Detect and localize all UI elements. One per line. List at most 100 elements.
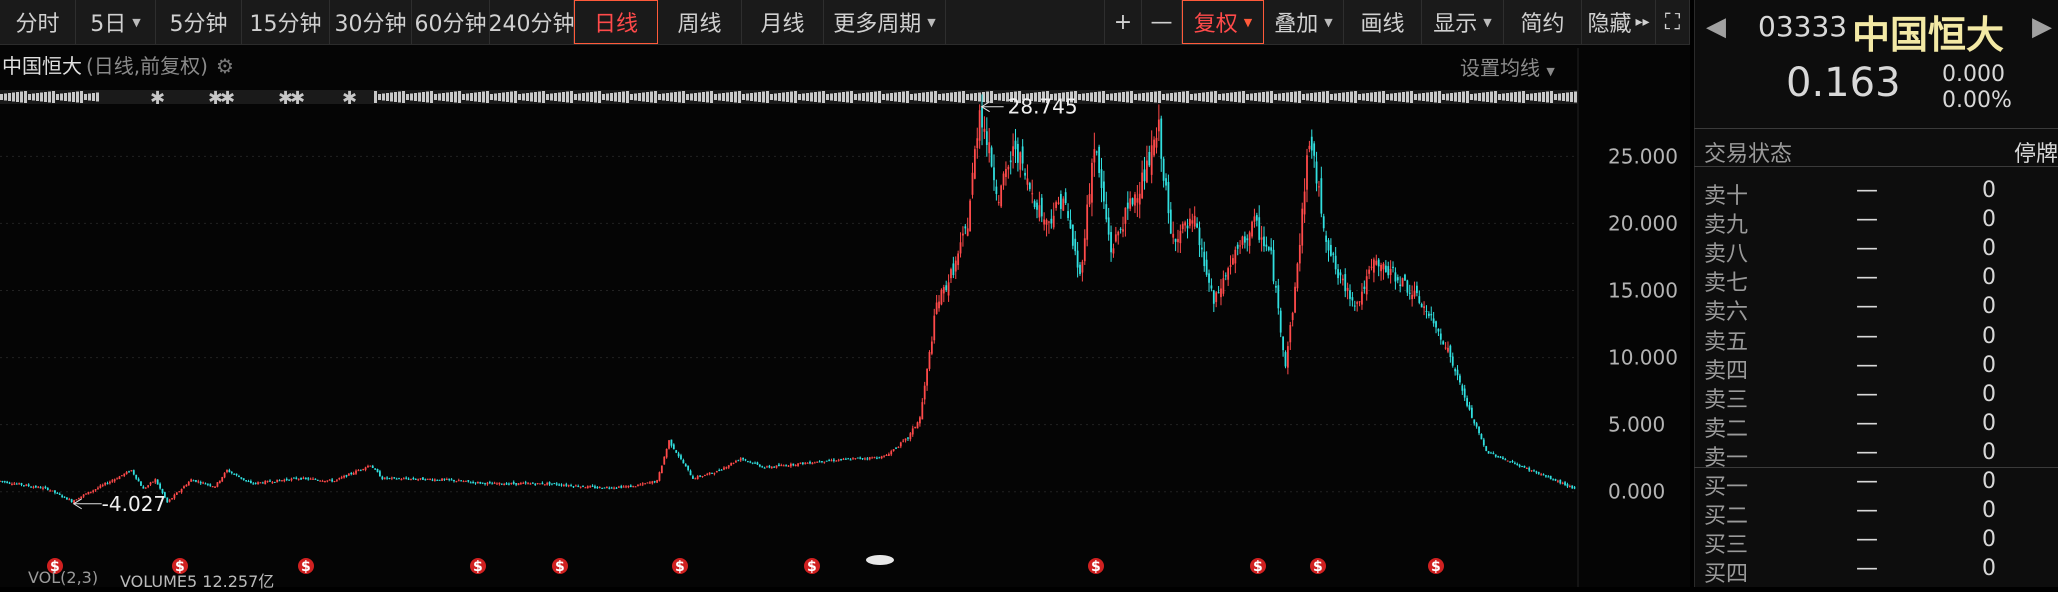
event-marker xyxy=(822,91,825,103)
draw-line-button[interactable]: 画线 xyxy=(1344,0,1422,44)
event-marker xyxy=(1214,91,1217,103)
period-more-dropdown[interactable]: 更多周期 ▼ xyxy=(824,0,946,44)
candle-body xyxy=(1067,211,1069,218)
period-tab-5day[interactable]: 5日 ▼ xyxy=(76,0,156,44)
prev-stock-icon[interactable]: ◀ xyxy=(1706,12,1726,42)
candle-body xyxy=(723,467,725,470)
set-ma-button[interactable]: 设置均线 ▼ xyxy=(1460,52,1555,81)
candle-body xyxy=(634,486,637,488)
event-marker xyxy=(1098,91,1101,103)
orderbook-price: — xyxy=(1856,265,1878,291)
zoom-out-button[interactable]: — xyxy=(1142,0,1182,44)
event-marker xyxy=(714,94,717,100)
candle-body xyxy=(971,172,974,195)
candle-body xyxy=(1449,345,1452,357)
candle-body xyxy=(1136,198,1139,203)
candle-body xyxy=(312,478,314,480)
candle-body xyxy=(973,149,976,179)
candle-body xyxy=(1554,479,1557,481)
adjust-dropdown[interactable]: 复权 ▼ xyxy=(1182,0,1264,44)
event-marker xyxy=(76,91,79,103)
event-marker xyxy=(598,91,601,103)
candle-body xyxy=(928,352,931,369)
event-marker xyxy=(8,93,11,101)
candle-body xyxy=(197,481,200,483)
candle-body xyxy=(1258,217,1261,240)
bid-ask-divider xyxy=(1694,467,2058,468)
display-dropdown[interactable]: 显示 ▼ xyxy=(1422,0,1504,44)
orderbook-label: 卖五 xyxy=(1704,329,1749,355)
event-marker xyxy=(838,92,841,102)
period-tab-intraday[interactable]: 分时 xyxy=(0,0,76,44)
candle-body xyxy=(130,470,133,472)
candle-body xyxy=(519,483,522,485)
candle-body xyxy=(761,466,764,468)
event-marker xyxy=(494,93,497,101)
candle-body xyxy=(1055,202,1058,208)
event-marker xyxy=(1138,93,1141,101)
candle-body xyxy=(644,483,647,485)
overlay-dropdown[interactable]: 叠加 ▼ xyxy=(1264,0,1344,44)
event-marker xyxy=(1322,91,1325,103)
candle-body xyxy=(1406,280,1409,293)
event-marker xyxy=(798,94,801,100)
candle-body xyxy=(1193,215,1196,227)
event-marker xyxy=(1294,91,1297,103)
candle-body xyxy=(766,466,768,468)
candle-body xyxy=(190,479,193,482)
candle-body xyxy=(424,479,427,481)
candle-body xyxy=(1497,456,1500,458)
kline-chart-panel[interactable]: 分时 5日 ▼ 5分钟 15分钟 30分钟 60分钟 240分钟 日线 周线 月线… xyxy=(0,0,1690,591)
event-marker xyxy=(394,92,397,102)
candle-body xyxy=(957,253,960,266)
period-tab-monthly[interactable]: 月线 xyxy=(742,0,824,44)
event-marker xyxy=(642,92,645,102)
orderbook-row: 买一 — 0 xyxy=(1704,469,2034,500)
candle-body xyxy=(6,481,9,484)
candle-body xyxy=(195,480,197,482)
period-tab-5min[interactable]: 5分钟 xyxy=(156,0,242,44)
candle-body xyxy=(1000,185,1003,207)
candle-body xyxy=(751,462,754,464)
period-tab-30min[interactable]: 30分钟 xyxy=(330,0,412,44)
candle-body xyxy=(1334,255,1337,270)
period-tab-60min[interactable]: 60分钟 xyxy=(412,0,490,44)
kline-chart-svg[interactable]: ✱ ✱✱ ✱✱ ✱ 25.00020.00015.00010.0005.0000.00… xyxy=(0,0,1690,587)
event-marker xyxy=(1002,93,1005,101)
period-tab-daily[interactable]: 日线 xyxy=(574,0,658,44)
event-marker xyxy=(16,92,19,102)
candle-body xyxy=(202,482,204,484)
event-marker xyxy=(382,93,385,101)
event-marker xyxy=(830,93,833,101)
trade-status-value: 停牌 xyxy=(2014,142,2058,167)
candle-body xyxy=(942,287,945,294)
candle-body xyxy=(732,462,735,464)
candle-body xyxy=(58,493,61,495)
next-stock-icon[interactable]: ▶ xyxy=(2032,12,2052,42)
fullscreen-button[interactable]: ⛶ xyxy=(1656,0,1690,44)
event-marker xyxy=(610,93,613,101)
event-marker xyxy=(1022,94,1025,100)
zoom-in-button[interactable]: + xyxy=(1104,0,1142,44)
candle-body xyxy=(617,486,620,488)
period-tab-15min[interactable]: 15分钟 xyxy=(242,0,330,44)
period-tab-weekly[interactable]: 周线 xyxy=(658,0,742,44)
y-tick-label: 15.000 xyxy=(1608,279,1678,303)
candle-body xyxy=(261,482,264,484)
candle-body xyxy=(508,483,510,485)
candle-body xyxy=(809,461,811,464)
candle-body xyxy=(1463,388,1466,398)
hide-button[interactable]: 隐藏 ▸▸ xyxy=(1582,0,1656,44)
event-marker xyxy=(56,94,59,100)
gear-icon[interactable]: ⚙ xyxy=(216,54,234,78)
period-tab-240min[interactable]: 240分钟 xyxy=(489,0,575,44)
candle-body xyxy=(1134,194,1136,206)
event-marker xyxy=(390,92,393,102)
event-marker xyxy=(850,91,853,103)
orderbook-row: 卖五 — 0 xyxy=(1704,324,2034,355)
candle-body xyxy=(89,491,92,493)
simple-mode-button[interactable]: 简约 xyxy=(1504,0,1582,44)
candle-body xyxy=(27,484,30,487)
candle-body xyxy=(367,465,369,468)
